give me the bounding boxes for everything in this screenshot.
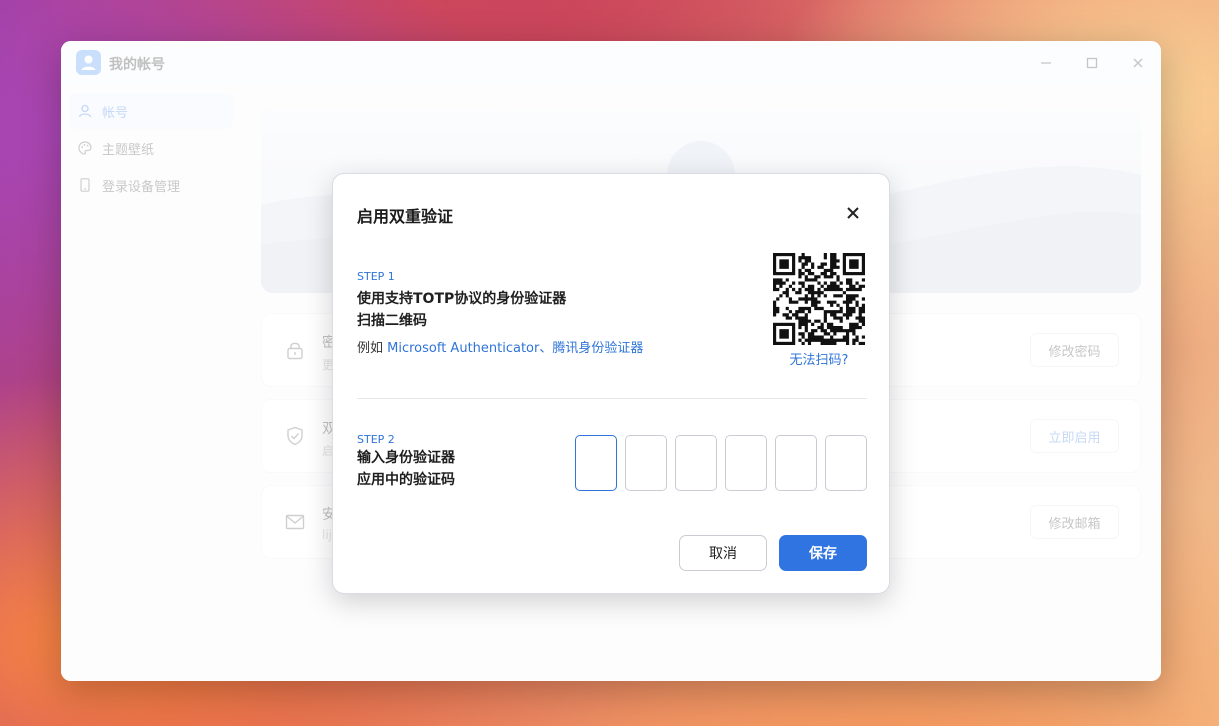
- lock-icon: [287, 342, 303, 360]
- palette-icon: [78, 141, 92, 155]
- change-email-button[interactable]: 修改邮箱: [1030, 505, 1119, 539]
- authenticator-examples: 例如 Microsoft Authenticator、腾讯身份验证器: [357, 337, 643, 356]
- example-prefix: 例如: [357, 341, 388, 356]
- maximize-button[interactable]: [1080, 51, 1104, 75]
- dialog-title: 启用双重验证: [357, 207, 454, 226]
- card-subtitle: lij: [322, 528, 333, 542]
- authenticator-apps-link[interactable]: Microsoft Authenticator、腾讯身份验证器: [387, 341, 643, 356]
- code-digit-input[interactable]: [625, 435, 667, 491]
- enable-2fa-dialog: 启用双重验证 STEP 1 使用支持TOTP协议的身份验证器 扫描二维码 例如 …: [332, 173, 890, 594]
- minimize-button[interactable]: [1034, 51, 1058, 75]
- sidebar-item-account[interactable]: 帐号: [69, 93, 233, 129]
- sidebar: 帐号 主题壁纸 登录设备管理: [61, 85, 242, 681]
- title-bar: 我的帐号: [61, 41, 1161, 85]
- qr-code: [773, 253, 865, 345]
- close-window-button[interactable]: [1126, 51, 1150, 75]
- mail-icon: [285, 514, 305, 530]
- sidebar-item-label: 主题壁纸: [102, 142, 155, 158]
- sidebar-item-label: 登录设备管理: [102, 179, 181, 195]
- user-icon: [78, 104, 92, 118]
- window-title: 我的帐号: [109, 57, 165, 73]
- step1-label: STEP 1: [357, 270, 395, 283]
- phone-icon: [80, 178, 90, 192]
- cancel-button[interactable]: 取消: [679, 535, 767, 571]
- sidebar-item-theme[interactable]: 主题壁纸: [69, 130, 233, 166]
- step2-line1: 输入身份验证器: [357, 450, 455, 466]
- code-digit-input[interactable]: [675, 435, 717, 491]
- code-digit-input[interactable]: [775, 435, 817, 491]
- divider: [357, 398, 867, 399]
- step1-line1: 使用支持TOTP协议的身份验证器: [357, 291, 567, 307]
- code-digit-input[interactable]: [575, 435, 617, 491]
- enable-now-button[interactable]: 立即启用: [1030, 419, 1119, 453]
- cannot-scan-link[interactable]: 无法扫码?: [773, 349, 865, 368]
- account-app-icon: [76, 50, 101, 75]
- step1-line2: 扫描二维码: [357, 313, 427, 329]
- step2-label: STEP 2: [357, 433, 395, 446]
- code-digit-input[interactable]: [725, 435, 767, 491]
- code-digit-input[interactable]: [825, 435, 867, 491]
- sidebar-item-label: 帐号: [102, 105, 129, 121]
- shield-check-icon: [287, 426, 303, 446]
- step2-line2: 应用中的验证码: [357, 472, 455, 488]
- save-button[interactable]: 保存: [779, 535, 867, 571]
- close-icon[interactable]: [843, 203, 863, 223]
- change-password-button[interactable]: 修改密码: [1030, 333, 1119, 367]
- sidebar-item-devices[interactable]: 登录设备管理: [69, 167, 233, 203]
